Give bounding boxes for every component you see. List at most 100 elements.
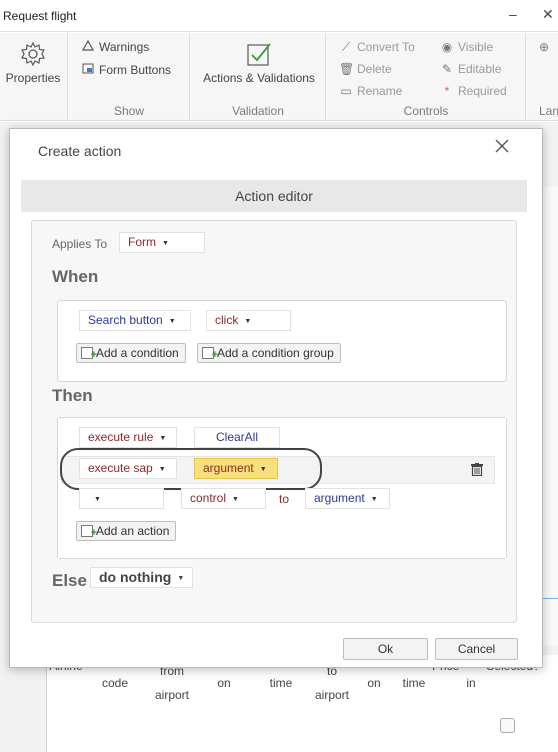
caret-down-icon: ▼ (162, 240, 169, 247)
form-buttons-label: Form Buttons (99, 63, 172, 77)
required-label: Required (458, 84, 507, 98)
add-condition-icon (81, 346, 97, 364)
add-action-button[interactable]: Add an action (76, 521, 177, 542)
cancel-button[interactable]: Cancel (435, 638, 518, 660)
applies-to-dropdown[interactable]: Form ▼ (119, 232, 205, 253)
action3-target-value: argument (314, 491, 365, 505)
action1-rule-selector[interactable]: ClearAll (194, 427, 280, 448)
gear-icon (21, 41, 45, 67)
editable-label: Editable (458, 62, 502, 76)
add-condition-group-button[interactable]: Add a condition group (197, 343, 341, 364)
title-bar: Request flight – ✕ (0, 0, 558, 32)
convert-to-label: Convert To (357, 40, 415, 54)
visible-label: Visible (458, 40, 494, 54)
add-action-label: Add an action (96, 524, 170, 538)
language-group-label: Lan (539, 104, 558, 118)
action3-control-dropdown[interactable]: control ▼ (181, 488, 266, 509)
action3-target-dropdown[interactable]: argument ▼ (305, 488, 390, 509)
action1-type-dropdown[interactable]: execute rule ▼ (79, 427, 177, 448)
properties-button[interactable]: Properties (2, 41, 64, 85)
checkmark-box-icon (247, 43, 271, 66)
then-actions-box: execute rule ▼ ClearAll execute sap ▼ argu… (57, 417, 507, 559)
grid-col-in: in (466, 676, 476, 690)
editable-toggle[interactable]: ✎ Editable (440, 62, 501, 76)
applies-to-value: Form (128, 235, 156, 249)
form-buttons-icon (81, 63, 95, 77)
action3-command-dropdown[interactable]: ▼ (79, 488, 164, 509)
else-value: do nothing (99, 569, 172, 585)
when-control-dropdown[interactable]: Search button ▼ (79, 310, 191, 331)
warning-triangle-icon (81, 39, 95, 54)
delete-label: Delete (357, 62, 392, 76)
warnings-toggle[interactable]: Warnings (81, 39, 150, 54)
action3-to-label: to (279, 492, 290, 506)
actions-validations-label: Actions & Validations (203, 71, 315, 85)
show-group-label: Show (113, 104, 145, 118)
window-title: Request flight (3, 9, 77, 23)
action2-type-dropdown[interactable]: execute sap ▼ (79, 458, 177, 479)
caret-down-icon: ▼ (94, 496, 101, 503)
action2-argument-value: argument (203, 461, 254, 475)
flights-grid: Airline code from airport on time to air… (46, 655, 558, 752)
globe-icon: ⊕ (538, 40, 550, 54)
actions-validations-button[interactable]: Actions & Validations (197, 41, 321, 85)
visible-toggle[interactable]: ◉ Visible (440, 40, 493, 54)
selected-checkbox[interactable] (500, 718, 515, 733)
when-conditions-box: Search button ▼ click ▼ Add a condition Ad… (57, 300, 507, 382)
dialog-close-icon[interactable] (494, 137, 510, 160)
asterisk-icon: * (444, 84, 450, 98)
validation-group-label: Validation (232, 104, 284, 118)
minimize-button[interactable]: – (509, 6, 517, 22)
trash-icon: 🗑 (339, 62, 355, 76)
create-action-dialog: Create action Action editor Applies To F… (9, 128, 543, 668)
convert-to-button[interactable]: ⟋ Convert To (339, 40, 415, 55)
applies-to-label: Applies To (52, 237, 108, 251)
caret-down-icon: ▼ (159, 435, 167, 442)
grid-col-arrives-on: on (367, 676, 381, 690)
grid-col-departs-on: on (217, 676, 231, 690)
caret-down-icon: ▼ (168, 318, 176, 325)
action2-argument-dropdown[interactable]: argument ▼ (194, 458, 278, 479)
properties-label: Properties (5, 71, 61, 85)
else-dropdown[interactable]: do nothing ▼ (90, 567, 194, 588)
ribbon-group-language: ⊕ Lan (527, 33, 558, 121)
delete-action-trash-icon[interactable] (471, 463, 483, 477)
when-control-value: Search button (88, 313, 163, 327)
warnings-label: Warnings (99, 40, 150, 54)
when-label: When (52, 267, 99, 286)
close-window-button[interactable]: ✕ (542, 6, 554, 23)
language-button[interactable]: ⊕ (537, 40, 555, 54)
ribbon-group-controls: ⟋ Convert To 🗑 Delete ▭ Rename ◉ Visible ✎ Ed… (327, 33, 526, 121)
ribbon-group-show: Warnings Form Buttons Show (69, 33, 190, 121)
caret-down-icon: ▼ (232, 496, 239, 503)
eye-icon: ◉ (441, 40, 453, 54)
add-condition-button[interactable]: Add a condition (76, 343, 186, 364)
delete-button[interactable]: 🗑 Delete (339, 62, 392, 76)
when-event-dropdown[interactable]: click ▼ (206, 310, 291, 331)
action3-control-value: control (190, 491, 227, 505)
when-event-value: click (215, 313, 239, 327)
grid-col-departs-time: time (269, 676, 293, 690)
add-condition-group-icon (202, 346, 218, 364)
rename-button[interactable]: ▭ Rename (339, 84, 402, 98)
form-buttons-toggle[interactable]: Form Buttons (81, 63, 171, 77)
ok-button[interactable]: Ok (343, 638, 428, 660)
caret-down-icon: ▼ (158, 466, 166, 473)
grid-col-arrives-time: time (402, 676, 426, 690)
action1-type-value: execute rule (88, 430, 154, 444)
convert-icon: ⟋ (341, 40, 351, 54)
add-condition-label: Add a condition (96, 346, 179, 360)
caret-down-icon: ▼ (370, 496, 378, 503)
caret-down-icon: ▼ (259, 466, 267, 473)
then-label: Then (52, 386, 93, 405)
add-action-icon (81, 524, 97, 542)
grid-col-code: code (101, 676, 129, 690)
required-toggle[interactable]: * Required (440, 84, 507, 98)
edit-icon: ✎ (441, 62, 453, 76)
caret-down-icon: ▼ (177, 575, 185, 582)
ribbon-group-properties: Properties (0, 33, 68, 121)
dialog-title: Create action (38, 143, 122, 159)
caret-down-icon: ▼ (244, 318, 252, 325)
action-editor-header: Action editor (21, 180, 527, 212)
action-editor-panel: Applies To Form ▼ When Search button ▼ cli… (31, 220, 517, 623)
